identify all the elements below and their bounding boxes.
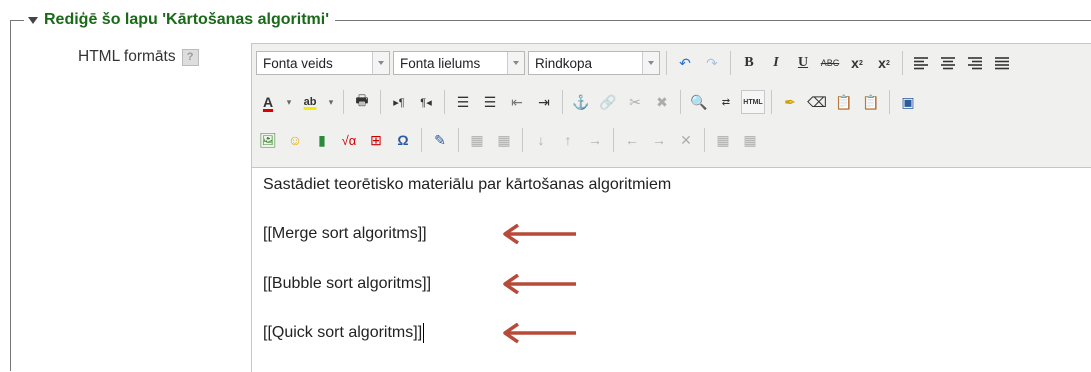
replace-icon[interactable]: ⇄ <box>714 90 738 114</box>
content-link-quick: [[Quick sort algoritms]] <box>263 323 425 343</box>
underline-icon[interactable]: U <box>791 51 815 75</box>
annotation-arrow-icon <box>503 274 576 294</box>
italic-icon[interactable]: I <box>764 51 788 75</box>
toolbar-separator <box>421 128 422 152</box>
toolbar-separator <box>730 51 731 75</box>
html-source-icon[interactable]: HTML <box>741 90 765 114</box>
help-icon[interactable]: ? <box>181 48 199 66</box>
toolbar-separator <box>444 90 445 114</box>
section-title: Rediģē šo lapu 'Kārtošanas algoritmi' <box>44 11 330 28</box>
link-icon[interactable]: 🔗 <box>596 90 620 114</box>
text-color-icon[interactable]: A <box>256 90 280 114</box>
rtl-direction-icon[interactable]: ¶◂ <box>414 90 438 114</box>
nolink-icon[interactable]: ✖ <box>650 90 674 114</box>
insert-col-before-icon[interactable]: ← <box>620 128 644 152</box>
content-link-bubble: [[Bubble sort algoritms]] <box>263 275 432 292</box>
table-icon[interactable]: ▦ <box>465 128 489 152</box>
chevron-down-icon <box>507 52 524 74</box>
align-center-icon[interactable] <box>936 51 960 75</box>
outdent-icon[interactable]: ⇤ <box>505 90 529 114</box>
toolbar-row-2: A ▾ ab ▾ 🖶 ▸¶ ¶◂ ☰ ☰ ⇤ ⇥ ⚓ 🔗 ✂ ✖ 🔍 ⇄ HTM… <box>256 88 920 116</box>
special-char-icon[interactable]: Ω <box>391 128 415 152</box>
bold-icon[interactable]: B <box>737 51 761 75</box>
delete-row-icon[interactable]: → <box>583 128 607 152</box>
cleanup-icon[interactable]: ✒ <box>778 90 802 114</box>
insert-row-before-icon[interactable]: ↓ <box>529 128 553 152</box>
text-color-dropdown-icon[interactable]: ▾ <box>283 90 295 114</box>
editor-content-area[interactable]: Sastādiet teorētisko materiālu par kārto… <box>252 167 1091 372</box>
paste-word-icon[interactable]: 📋 <box>859 90 883 114</box>
ltr-direction-icon[interactable]: ▸¶ <box>387 90 411 114</box>
find-icon[interactable]: 🔍 <box>687 90 711 114</box>
nonbreaking-icon[interactable]: ⊞ <box>364 128 388 152</box>
superscript-icon[interactable]: x2 <box>872 51 896 75</box>
undo-icon[interactable]: ↶ <box>673 51 697 75</box>
content-paragraph: Sastādiet teorētisko materiālu par kārto… <box>263 176 672 193</box>
subscript-icon[interactable]: x2 <box>845 51 869 75</box>
align-left-icon[interactable] <box>909 51 933 75</box>
toolbar-separator <box>704 128 705 152</box>
fullscreen-icon[interactable]: ▣ <box>896 90 920 114</box>
indent-icon[interactable]: ⇥ <box>532 90 556 114</box>
split-cells-icon[interactable]: ▦ <box>738 128 762 152</box>
chevron-down-icon <box>372 52 389 74</box>
align-right-icon[interactable] <box>963 51 987 75</box>
toolbar-separator <box>522 128 523 152</box>
strikethrough-icon[interactable]: ABC <box>818 51 842 75</box>
collapse-triangle-icon[interactable] <box>28 16 38 24</box>
align-justify-icon[interactable] <box>990 51 1014 75</box>
format-label: HTML formāts <box>78 48 176 65</box>
bullet-list-icon[interactable]: ☰ <box>451 90 475 114</box>
toolbar-separator <box>562 90 563 114</box>
spellcheck-icon[interactable]: ✎ <box>428 128 452 152</box>
text-caret <box>423 323 425 343</box>
content-link-merge: [[Merge sort algoritms]] <box>263 225 427 242</box>
print-icon[interactable]: 🖶 <box>350 90 374 114</box>
insert-row-after-icon[interactable]: ↑ <box>556 128 580 152</box>
toolbar-row-3: 🖼 ☺ ▮ √α ⊞ Ω ✎ ▦ ▦ ↓ ↑ → ← → ✕ ▦ ▦ <box>256 126 762 154</box>
highlight-dropdown-icon[interactable]: ▾ <box>325 90 337 114</box>
toolbar-row-1: Fonta veids Fonta lielums Rindkopa ↶ ↷ B… <box>256 49 1014 77</box>
redo-icon[interactable]: ↷ <box>700 51 724 75</box>
insert-media-icon[interactable]: ▮ <box>310 128 334 152</box>
toolbar-separator <box>380 90 381 114</box>
toolbar-separator <box>343 90 344 114</box>
equation-icon[interactable]: √α <box>337 128 361 152</box>
font-size-select[interactable]: Fonta lielums <box>393 51 525 75</box>
anchor-icon[interactable]: ⚓ <box>569 90 593 114</box>
chevron-down-icon <box>642 52 659 74</box>
toolbar-separator <box>680 90 681 114</box>
emoticon-icon[interactable]: ☺ <box>283 128 307 152</box>
eraser-icon[interactable]: ⌫ <box>805 90 829 114</box>
unlink-icon[interactable]: ✂ <box>623 90 647 114</box>
annotation-arrow-icon <box>503 224 576 244</box>
toolbar-separator <box>902 51 903 75</box>
font-family-select[interactable]: Fonta veids <box>256 51 390 75</box>
rich-text-editor: Fonta veids Fonta lielums Rindkopa ↶ ↷ B… <box>251 43 1091 372</box>
numbered-list-icon[interactable]: ☰ <box>478 90 502 114</box>
toolbar-separator <box>889 90 890 114</box>
paragraph-format-select[interactable]: Rindkopa <box>528 51 660 75</box>
merge-cells-icon[interactable]: ▦ <box>711 128 735 152</box>
format-label-group: HTML formāts ? <box>78 48 199 66</box>
toolbar-separator <box>666 51 667 75</box>
annotation-arrow-icon <box>503 323 576 343</box>
insert-col-after-icon[interactable]: → <box>647 128 671 152</box>
section-legend[interactable]: Rediģē šo lapu 'Kārtošanas algoritmi' <box>24 9 336 31</box>
table-props-icon[interactable]: ▦ <box>492 128 516 152</box>
fieldset-border-left <box>10 20 11 371</box>
delete-col-icon[interactable]: ✕ <box>674 128 698 152</box>
highlight-color-icon[interactable]: ab <box>298 90 322 114</box>
paste-text-icon[interactable]: 📋 <box>832 90 856 114</box>
insert-image-icon[interactable]: 🖼 <box>256 128 280 152</box>
toolbar-separator <box>771 90 772 114</box>
toolbar-separator <box>613 128 614 152</box>
toolbar-separator <box>458 128 459 152</box>
